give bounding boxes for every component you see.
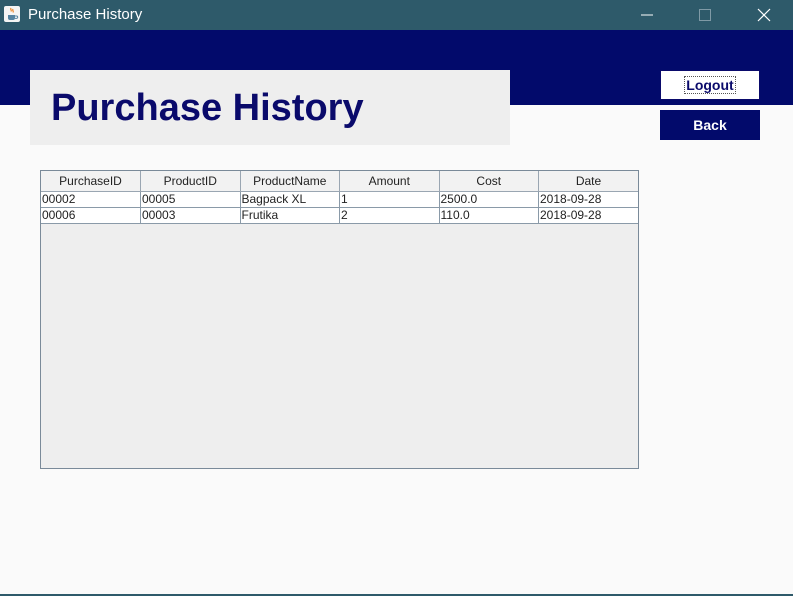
column-header-amount[interactable]: Amount xyxy=(339,171,440,192)
cell-date[interactable]: 2018-09-28 xyxy=(538,191,638,208)
cell-date[interactable]: 2018-09-28 xyxy=(538,207,638,224)
cell-cost[interactable]: 110.0 xyxy=(439,207,539,224)
table-row[interactable]: 00002 00005 Bagpack XL 1 2500.0 2018-09-… xyxy=(41,191,638,208)
minimize-icon[interactable] xyxy=(624,0,670,30)
page-title: Purchase History xyxy=(51,87,364,129)
cell-purchase-id[interactable]: 00002 xyxy=(41,191,141,208)
cell-product-name[interactable]: Frutika xyxy=(240,207,340,224)
java-cup-icon xyxy=(4,6,20,22)
column-header-date[interactable]: Date xyxy=(538,171,638,192)
column-header-product-name[interactable]: ProductName xyxy=(240,171,340,192)
column-header-purchase-id[interactable]: PurchaseID xyxy=(41,171,141,192)
cell-cost[interactable]: 2500.0 xyxy=(439,191,539,208)
cell-amount[interactable]: 1 xyxy=(339,191,440,208)
maximize-icon[interactable] xyxy=(682,0,728,30)
back-button[interactable]: Back xyxy=(660,110,760,140)
window-title: Purchase History xyxy=(28,6,143,23)
purchase-history-table[interactable]: PurchaseID ProductID ProductName Amount … xyxy=(40,170,639,469)
logout-button[interactable]: Logout xyxy=(660,70,760,100)
table-row[interactable]: 00006 00003 Frutika 2 110.0 2018-09-28 xyxy=(41,207,638,224)
column-header-cost[interactable]: Cost xyxy=(439,171,539,192)
cell-purchase-id[interactable]: 00006 xyxy=(41,207,141,224)
cell-product-id[interactable]: 00005 xyxy=(140,191,241,208)
column-header-product-id[interactable]: ProductID xyxy=(140,171,241,192)
header-panel: Purchase History xyxy=(30,70,510,145)
cell-amount[interactable]: 2 xyxy=(339,207,440,224)
window-titlebar: Purchase History xyxy=(0,0,793,30)
close-icon[interactable] xyxy=(741,0,787,30)
table-header-row: PurchaseID ProductID ProductName Amount … xyxy=(41,171,638,192)
cell-product-name[interactable]: Bagpack XL xyxy=(240,191,340,208)
logout-button-label: Logout xyxy=(684,76,736,94)
cell-product-id[interactable]: 00003 xyxy=(140,207,241,224)
